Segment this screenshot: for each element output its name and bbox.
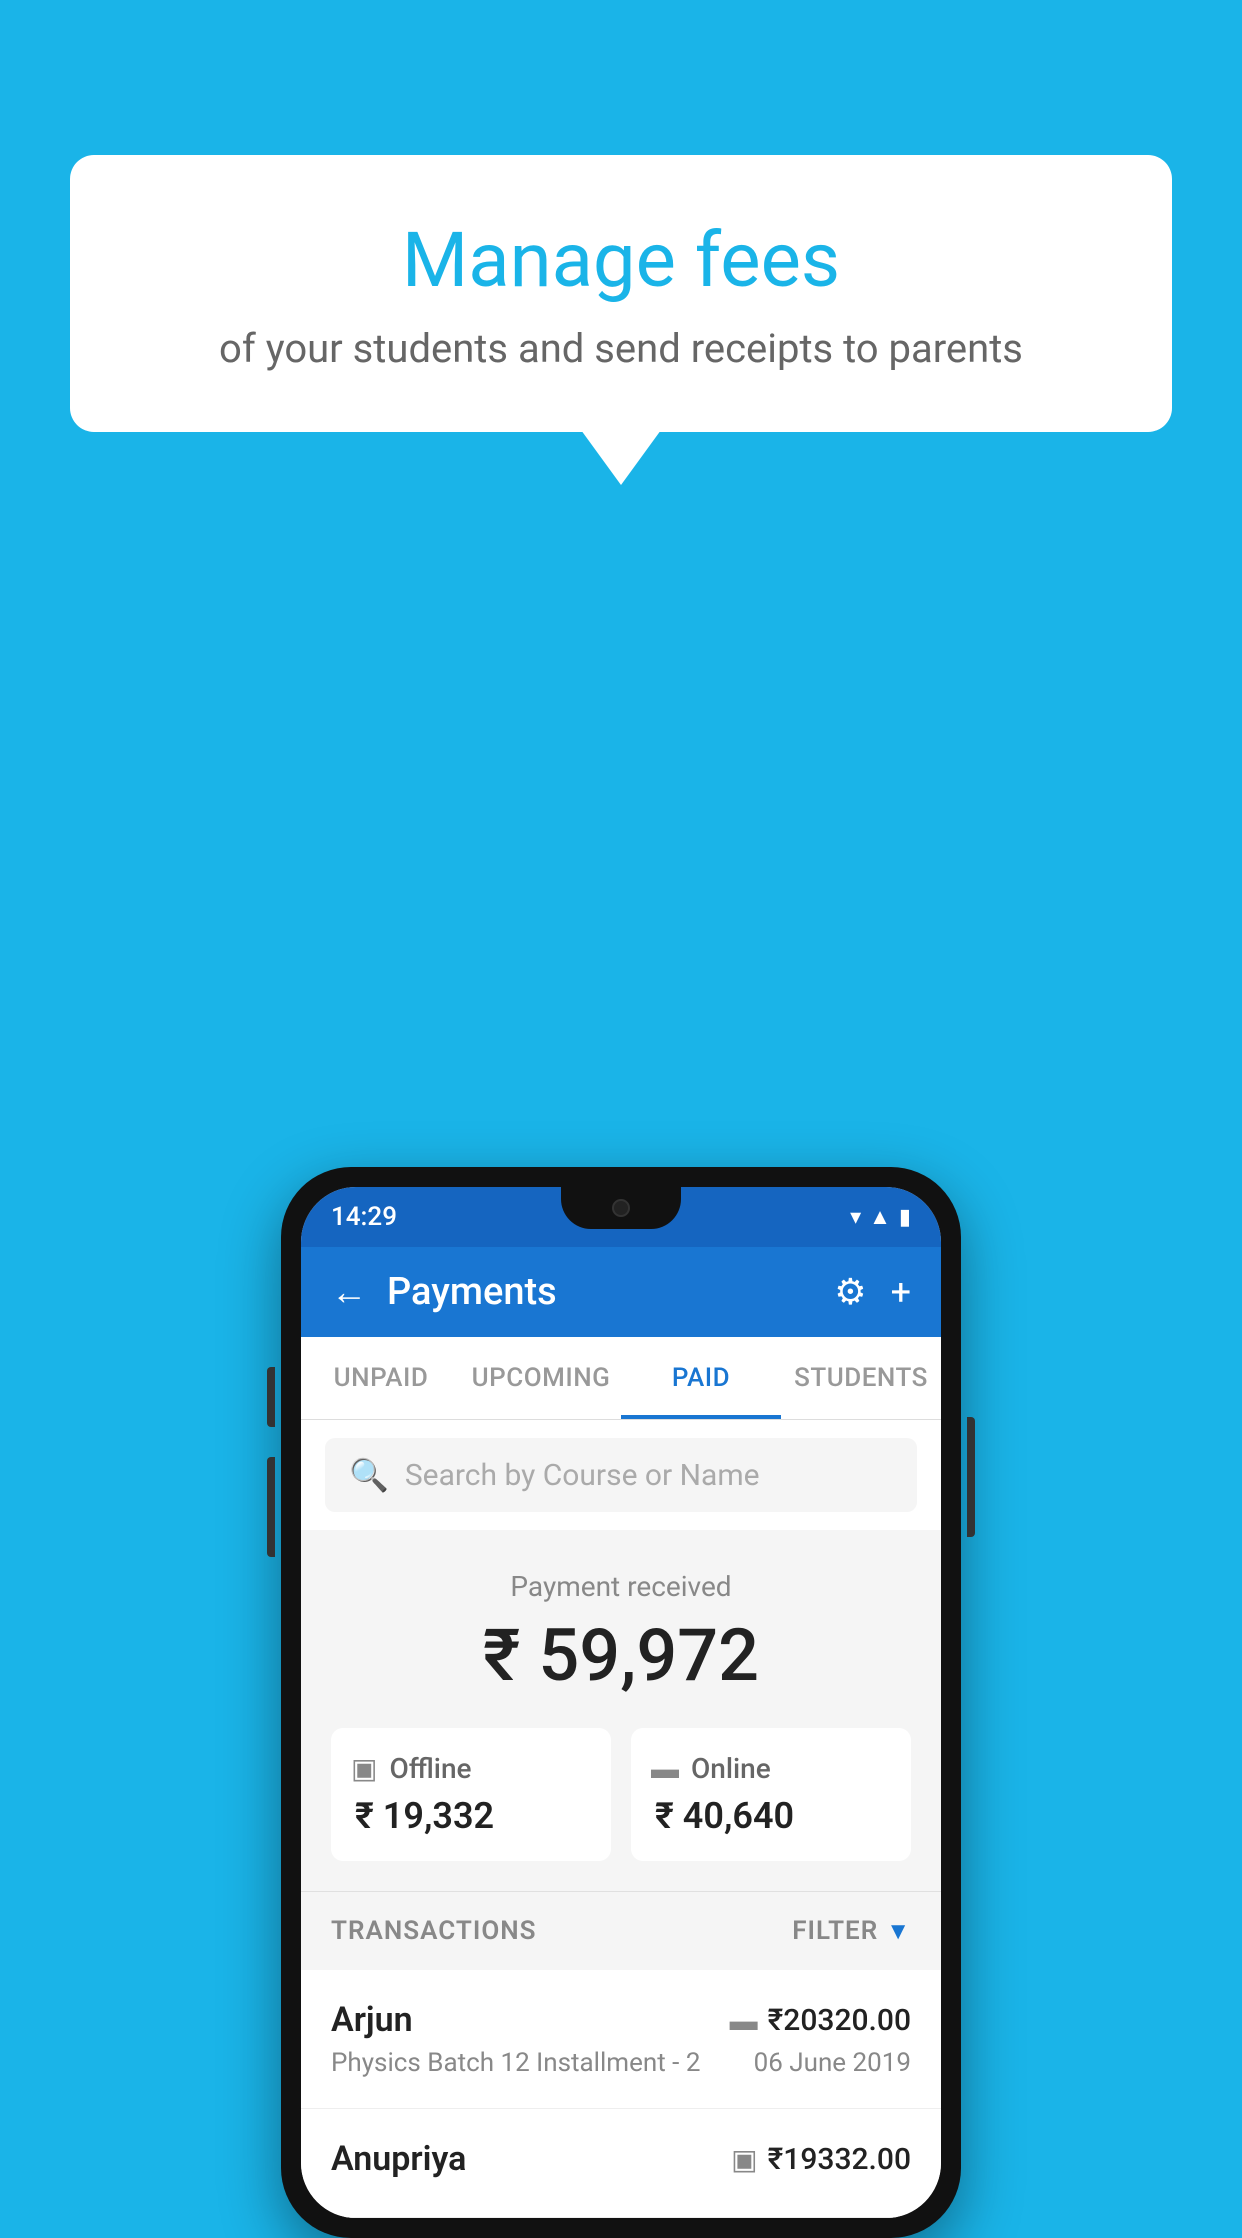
transactions-header: TRANSACTIONS FILTER ▼ [301,1891,941,1970]
transaction-top-1: Arjun ▬ ₹20320.00 [331,2000,911,2040]
settings-icon[interactable]: ⚙ [834,1271,866,1313]
phone-notch [561,1187,681,1229]
payment-total: ₹ 59,972 [331,1613,911,1698]
transaction-top-2: Anupriya ▣ ₹19332.00 [331,2139,911,2179]
table-row[interactable]: Anupriya ▣ ₹19332.00 [301,2109,941,2218]
cash-icon-2: ▣ [731,2143,757,2176]
status-icons: ▾ ▲ ▮ [850,1204,911,1230]
search-input[interactable]: Search by Course or Name [405,1458,760,1493]
add-icon[interactable]: + [891,1271,911,1313]
transaction-amount-2: ₹19332.00 [768,2142,911,2177]
payment-cards: ▣ Offline ₹ 19,332 ▬ Online ₹ 40,640 [331,1728,911,1861]
status-time: 14:29 [331,1202,397,1232]
table-row[interactable]: Arjun ▬ ₹20320.00 Physics Batch 12 Insta… [301,1970,941,2109]
side-button-right [967,1417,975,1537]
online-card: ▬ Online ₹ 40,640 [631,1728,911,1861]
search-box[interactable]: 🔍 Search by Course or Name [325,1438,917,1512]
transaction-name-1: Arjun [331,2000,413,2040]
offline-label: Offline [389,1752,471,1785]
tab-students[interactable]: STUDENTS [781,1337,941,1419]
offline-card-header: ▣ Offline [351,1752,591,1785]
back-button[interactable]: ← [331,1271,367,1313]
app-bar-actions: ⚙ + [834,1271,911,1313]
camera [612,1199,630,1217]
speech-bubble-subtitle: of your students and send receipts to pa… [150,325,1092,372]
search-icon: 🔍 [349,1456,389,1494]
search-container: 🔍 Search by Course or Name [301,1420,941,1530]
page-title: Payments [387,1270,814,1314]
tab-unpaid[interactable]: UNPAID [301,1337,461,1419]
filter-icon: ▼ [886,1917,911,1946]
speech-bubble-container: Manage fees of your students and send re… [70,155,1172,485]
speech-bubble: Manage fees of your students and send re… [70,155,1172,432]
phone-frame: 14:29 ▾ ▲ ▮ ← Payments ⚙ + UNPAID UPCOMI… [281,1167,961,2238]
transaction-amount-1: ₹20320.00 [768,2003,911,2038]
tab-paid[interactable]: PAID [621,1337,781,1419]
signal-icon: ▲ [869,1204,891,1230]
transaction-amount-container-1: ▬ ₹20320.00 [730,2003,911,2038]
transactions-label: TRANSACTIONS [331,1916,537,1946]
phone-screen: 14:29 ▾ ▲ ▮ ← Payments ⚙ + UNPAID UPCOMI… [301,1187,941,2218]
online-label: Online [691,1752,771,1785]
offline-card: ▣ Offline ₹ 19,332 [331,1728,611,1861]
filter-label: FILTER [792,1916,878,1946]
payment-summary: Payment received ₹ 59,972 ▣ Offline ₹ 19… [301,1530,941,1891]
filter-button[interactable]: FILTER ▼ [792,1916,911,1946]
app-bar: ← Payments ⚙ + [301,1247,941,1337]
transaction-bottom-1: Physics Batch 12 Installment - 2 06 June… [331,2048,911,2078]
online-card-header: ▬ Online [651,1752,891,1785]
speech-bubble-title: Manage fees [150,215,1092,305]
online-icon: ▬ [651,1752,679,1785]
tab-upcoming[interactable]: UPCOMING [461,1337,621,1419]
offline-amount: ₹ 19,332 [351,1795,591,1837]
side-button-left2 [267,1457,275,1557]
tabs: UNPAID UPCOMING PAID STUDENTS [301,1337,941,1420]
card-icon-1: ▬ [730,2004,758,2037]
speech-bubble-pointer [581,430,661,485]
online-amount: ₹ 40,640 [651,1795,891,1837]
offline-icon: ▣ [351,1752,377,1785]
wifi-icon: ▾ [850,1205,861,1230]
transaction-name-2: Anupriya [331,2139,466,2179]
transaction-amount-container-2: ▣ ₹19332.00 [731,2142,911,2177]
transaction-date-1: 06 June 2019 [754,2048,911,2078]
side-button-left1 [267,1367,275,1427]
payment-received-label: Payment received [331,1570,911,1603]
battery-icon: ▮ [899,1205,911,1230]
transaction-detail-1: Physics Batch 12 Installment - 2 [331,2048,700,2078]
